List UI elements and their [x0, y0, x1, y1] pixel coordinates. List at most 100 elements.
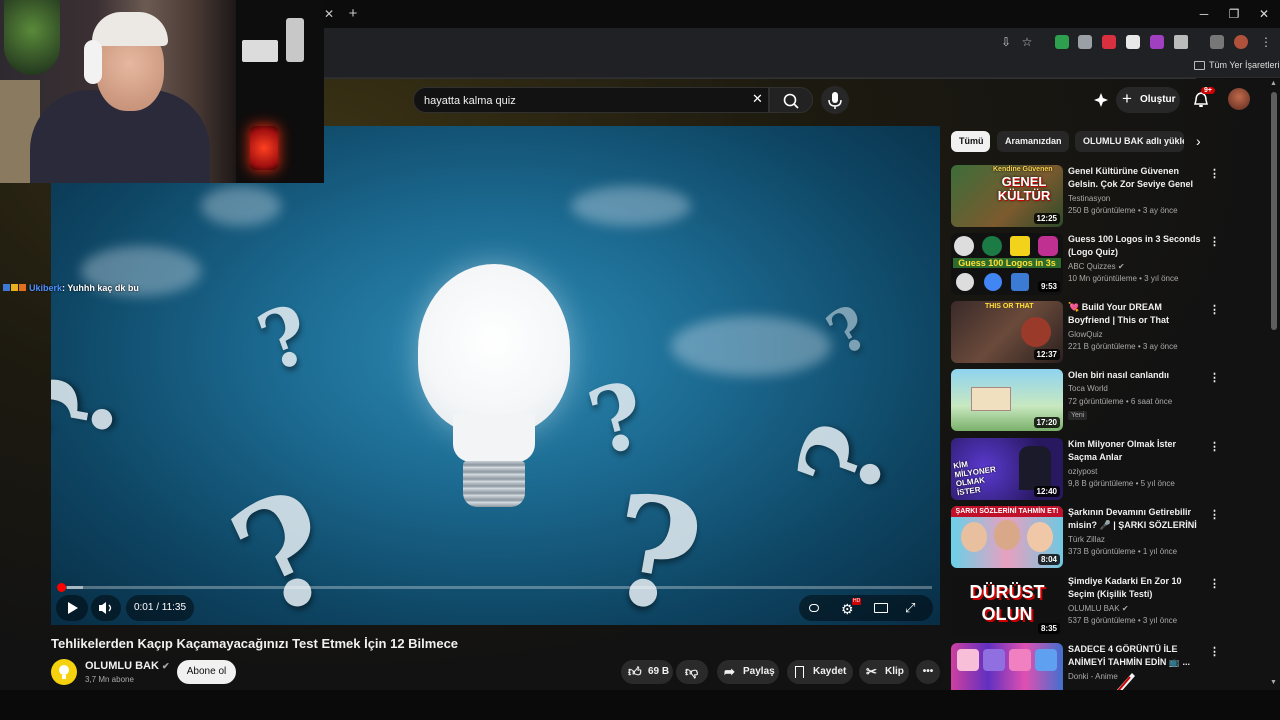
video-thumbnail[interactable]: DÜRÜST OLUN 8:35 [951, 575, 1063, 637]
create-button[interactable]: + Oluştur [1116, 87, 1180, 113]
recommended-video[interactable]: ŞARKI SÖZLERİNİ TAHMİN ET! 8:04 Şarkının… [951, 506, 1271, 570]
media-icon[interactable] [1210, 35, 1224, 49]
scroll-down-icon[interactable]: ▼ [1270, 679, 1277, 686]
video-title[interactable]: Şimdiye Kadarki En Zor 10 Seçim (Kişilik… [1068, 575, 1202, 601]
more-options-icon[interactable]: ⋮ [1209, 303, 1220, 317]
thumbnail-figure [1021, 317, 1051, 347]
more-options-icon[interactable]: ⋮ [1209, 577, 1220, 591]
extension-icon[interactable] [1126, 35, 1140, 49]
video-thumbnail[interactable]: KİM MİLYONER OLMAK İSTER 12:40 [951, 438, 1063, 500]
watermark-logo-icon [1112, 669, 1138, 690]
scissors-icon: ✂ [866, 664, 877, 679]
video-title[interactable]: SADECE 4 GÖRÜNTÜ İLE ANİMEYİ TAHMİN EDİN… [1068, 643, 1202, 669]
search-box[interactable]: ✕ [413, 87, 769, 113]
save-button[interactable]: Kaydet [787, 660, 853, 684]
recommended-video[interactable]: Guess 100 Logos in 3s 9:53 Guess 100 Log… [951, 233, 1271, 297]
new-tab-icon[interactable]: + [345, 6, 361, 22]
clear-search-icon[interactable]: ✕ [752, 91, 763, 107]
extension-icon[interactable] [1150, 35, 1164, 49]
profile-avatar[interactable] [1234, 35, 1248, 49]
channel-name[interactable]: OLUMLU BAK ✔ [1068, 604, 1129, 613]
video-thumbnail[interactable]: Kendine Güvenen GENEL KÜLTÜR 12:25 [951, 165, 1063, 227]
search-button[interactable] [769, 87, 813, 113]
gemini-icon[interactable] [1092, 91, 1110, 109]
video-title[interactable]: Kim Milyoner Olmak İster Saçma Anlar [1068, 438, 1202, 464]
channel-name[interactable]: Türk Zillaz [1068, 535, 1105, 544]
video-title[interactable]: 💘 Build Your DREAM Boyfriend | This or T… [1068, 301, 1202, 327]
extension-icon[interactable] [1102, 35, 1116, 49]
shield-extension-icon[interactable] [1078, 35, 1092, 49]
channel-name[interactable]: ABC Quizzes ✔ [1068, 262, 1125, 271]
install-icon[interactable]: ⇩ [998, 34, 1014, 50]
voice-search-button[interactable] [821, 86, 849, 114]
fullscreen-icon[interactable]: ⤢ [905, 595, 915, 621]
light-bulb-neck [453, 414, 535, 462]
video-title[interactable]: Genel Kültürüne Güvenen Gelsin. Çok Zor … [1068, 165, 1202, 192]
page-scrollbar[interactable] [1271, 92, 1277, 330]
more-options-icon[interactable]: ⋮ [1209, 235, 1220, 249]
all-bookmarks-label[interactable]: Tüm Yer İşaretleri [1209, 60, 1280, 70]
account-avatar[interactable] [1228, 88, 1250, 110]
more-options-icon[interactable]: ⋮ [1209, 508, 1220, 522]
recommended-video[interactable]: SADECE 4 GÖRÜNTÜ İLE ANİMEYİ TAHMİN EDİN… [951, 643, 1271, 690]
video-thumbnail[interactable]: Guess 100 Logos in 3s 9:53 [951, 233, 1063, 295]
restore-icon[interactable]: ❐ [1225, 5, 1243, 23]
bookmark-star-icon[interactable]: ☆ [1019, 34, 1035, 50]
theater-mode-icon[interactable] [874, 603, 888, 613]
recommended-video[interactable]: DÜRÜST OLUN 8:35 Şimdiye Kadarki En Zor … [951, 575, 1271, 639]
scroll-up-icon[interactable]: ▲ [1270, 80, 1277, 87]
video-thumbnail[interactable]: ŞARKI SÖZLERİNİ TAHMİN ET! 8:04 [951, 506, 1063, 568]
scrubber-handle[interactable] [57, 583, 66, 592]
video-thumbnail[interactable] [951, 643, 1063, 690]
channel-avatar[interactable] [51, 659, 77, 685]
recommended-video[interactable]: Kendine Güvenen GENEL KÜLTÜR 12:25 Genel… [951, 165, 1271, 229]
channel-name[interactable]: oziypost [1068, 467, 1097, 476]
video-thumbnail[interactable]: THIS OR THAT 12:37 [951, 301, 1063, 363]
more-options-icon[interactable]: ⋮ [1209, 440, 1220, 454]
chip-all[interactable]: Tümü [951, 131, 990, 152]
shelf-items [242, 40, 278, 62]
chip-from-uploader[interactable]: OLUMLU BAK adlı yükleyiciden [1075, 131, 1184, 152]
progress-bar[interactable] [59, 586, 932, 589]
channel-name[interactable]: Donki - Anime [1068, 672, 1118, 681]
menu-dots-icon[interactable]: ⋮ [1258, 34, 1274, 50]
video-title[interactable]: Guess 100 Logos in 3 Seconds (Logo Quiz) [1068, 233, 1202, 259]
like-count: 69 B [648, 666, 670, 677]
puzzle-icon[interactable] [1174, 35, 1188, 49]
more-options-icon[interactable]: ⋮ [1209, 371, 1220, 385]
channel-name[interactable]: OLUMLU BAK ✔ [85, 660, 170, 672]
create-label: Oluştur [1140, 94, 1176, 105]
more-options-icon[interactable]: ⋮ [1209, 645, 1220, 659]
more-dots-icon: ••• [922, 666, 934, 677]
video-title[interactable]: Şarkının Devamını Getirebilir misin? 🎤 |… [1068, 506, 1202, 533]
video-thumbnail[interactable]: 17:20 [951, 369, 1063, 431]
thumbnail-face [994, 520, 1020, 550]
share-button[interactable]: ➦ Paylaş [717, 660, 779, 684]
notifications-button[interactable]: 9+ [1192, 87, 1215, 109]
channel-name[interactable]: Testinasyon [1068, 194, 1110, 203]
play-button[interactable] [56, 595, 88, 621]
dislike-button[interactable]: 👎︎ [676, 660, 708, 684]
extension-icon[interactable] [1055, 35, 1069, 49]
subscribe-button[interactable]: Abone ol [177, 660, 236, 684]
more-options-icon[interactable]: ⋮ [1209, 167, 1220, 181]
channel-name[interactable]: GlowQuiz [1068, 330, 1103, 339]
recommended-video[interactable]: KİM MİLYONER OLMAK İSTER 12:40 Kim Milyo… [951, 438, 1271, 502]
minimize-icon[interactable]: ─ [1195, 5, 1213, 23]
chat-message: Ukiberk: Yuhhh kaç dk bu [3, 283, 139, 293]
channel-name[interactable]: Toca World [1068, 384, 1108, 393]
search-input[interactable] [424, 92, 724, 110]
recommended-video[interactable]: 17:20 Olen biri nasıl canlandıı Toca Wor… [951, 369, 1271, 433]
chevron-right-icon[interactable]: › [1196, 133, 1201, 149]
close-window-icon[interactable]: ✕ [1255, 5, 1273, 23]
clip-button[interactable]: ✂ Klip [859, 660, 909, 684]
recommended-video[interactable]: THIS OR THAT 12:37 💘 Build Your DREAM Bo… [951, 301, 1271, 365]
like-button[interactable]: 👍︎ 69 B [621, 660, 673, 684]
chip-from-search[interactable]: Aramanızdan [997, 131, 1069, 152]
autoplay-toggle[interactable] [809, 604, 819, 612]
video-title[interactable]: Olen biri nasıl canlandıı [1068, 369, 1202, 382]
more-actions-button[interactable]: ••• [916, 660, 940, 684]
headphones [84, 40, 102, 84]
volume-button[interactable] [91, 595, 121, 621]
video-player[interactable]: ? ? ? ? ? ? ? 0:01 / 11:35 ⚙ HD ⤢ [51, 126, 940, 625]
